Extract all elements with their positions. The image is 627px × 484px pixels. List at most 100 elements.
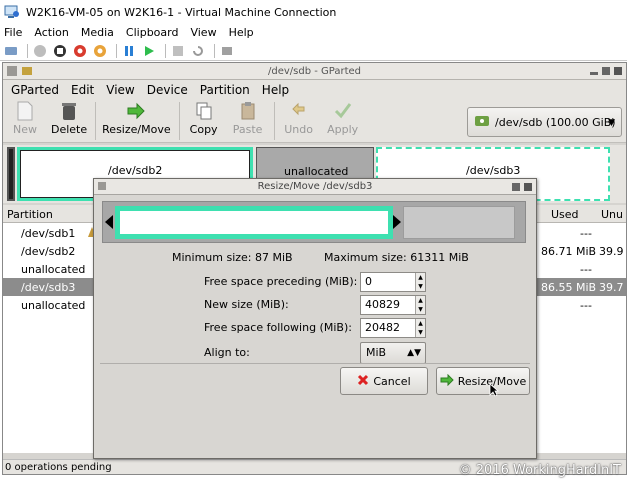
column-unused[interactable]: Unu	[601, 208, 623, 221]
free-space-block	[403, 206, 515, 239]
dialog-title-bar: Resize/Move /dev/sdb3	[94, 179, 536, 195]
column-used[interactable]: Used	[551, 208, 579, 221]
gparted-menu-bar: GParted Edit View Device Partition Help	[3, 80, 626, 99]
copy-label: Copy	[189, 123, 218, 136]
revert-icon[interactable]	[190, 43, 206, 59]
free-preceding-label: Free space preceding (MiB):	[204, 275, 358, 288]
vm-menu-clipboard[interactable]: Clipboard	[126, 26, 179, 39]
partition-used: ---	[580, 263, 592, 276]
align-to-select[interactable]: MiB ▲▼	[360, 342, 426, 364]
toolbar-separator	[116, 43, 117, 58]
partition-name: /dev/sdb3	[21, 281, 76, 294]
gparted-toolbar: New Delete Resize/Move Copy Paste Undo A…	[3, 99, 626, 143]
turn-off-icon[interactable]	[52, 43, 68, 59]
apply-button[interactable]: Apply	[325, 99, 361, 136]
undo-label: Undo	[284, 123, 313, 136]
maximum-size-label: Maximum size: 61311 MiB	[324, 251, 469, 264]
spin-arrows-icon[interactable]: ▲ ▼	[415, 273, 425, 291]
device-selector-label: /dev/sdb (100.00 GiB)	[495, 115, 616, 129]
vm-title-bar: W2K16-VM-05 on W2K16-1 - Virtual Machine…	[0, 0, 627, 24]
maximize-icon	[602, 67, 610, 75]
copyright-watermark: © 2016 WorkingHardInIT	[458, 463, 621, 478]
partition-name: unallocated	[21, 263, 86, 276]
new-document-icon	[15, 101, 35, 121]
dialog-controls-right	[511, 182, 533, 192]
free-following-input[interactable]: 20482 ▲ ▼	[360, 318, 426, 338]
ctrl-alt-del-icon[interactable]	[3, 43, 19, 59]
right-resize-handle[interactable]	[393, 215, 401, 229]
free-preceding-input[interactable]: 0 ▲ ▼	[360, 272, 426, 292]
resize-arrow-icon	[440, 373, 454, 389]
align-to-label: Align to:	[204, 346, 250, 359]
vm-guest-screen[interactable]: /dev/sdb - GParted GParted Edit View Dev…	[2, 62, 627, 475]
toolbar-separator	[273, 102, 275, 140]
device-selector[interactable]: /dev/sdb (100.00 GiB) ▼	[467, 107, 622, 137]
paste-clipboard-icon	[238, 101, 258, 121]
dialog-title: Resize/Move /dev/sdb3	[257, 181, 373, 192]
enhanced-session-icon[interactable]	[219, 43, 235, 59]
undo-arrow-icon	[289, 101, 309, 121]
checkpoint-icon[interactable]	[170, 43, 186, 59]
vm-window-title: W2K16-VM-05 on W2K16-1 - Virtual Machine…	[26, 5, 337, 19]
menu-help[interactable]: Help	[262, 83, 289, 97]
left-resize-handle[interactable]	[105, 215, 113, 229]
partition-unused: 39.7	[599, 281, 624, 294]
new-size-input[interactable]: 40829 ▲ ▼	[360, 295, 426, 315]
menu-gparted[interactable]: GParted	[11, 83, 59, 97]
vm-menu-action[interactable]: Action	[34, 26, 68, 39]
copy-icon	[194, 101, 214, 121]
chevron-updown-icon: ▲▼	[407, 348, 421, 358]
apply-label: Apply	[327, 123, 359, 136]
new-button[interactable]: New	[7, 99, 43, 136]
mouse-cursor-icon	[489, 383, 500, 400]
undo-button[interactable]: Undo	[281, 99, 317, 136]
resize-move-label: Resize/Move	[102, 123, 171, 136]
vm-menu-file[interactable]: File	[4, 26, 22, 39]
trash-icon	[59, 101, 79, 121]
window-controls-left	[6, 65, 33, 77]
align-to-value: MiB	[366, 346, 387, 359]
partition-used: 86.55 MiB	[541, 281, 597, 294]
menu-edit[interactable]: Edit	[71, 83, 94, 97]
resize-move-button[interactable]: Resize/Move	[102, 99, 171, 136]
vm-menu-media[interactable]: Media	[81, 26, 114, 39]
menu-device[interactable]: Device	[147, 83, 188, 97]
menu-partition[interactable]: Partition	[200, 83, 250, 97]
reset-icon[interactable]	[141, 43, 157, 59]
resize-move-dialog: Resize/Move /dev/sdb3 Minimum size: 87 M…	[93, 178, 537, 459]
partition-used: 86.71 MiB	[541, 245, 597, 258]
partition-used: ---	[580, 299, 592, 312]
close-icon	[524, 183, 532, 191]
resize-graph[interactable]	[102, 201, 526, 243]
vm-menu-help[interactable]: Help	[229, 26, 254, 39]
cancel-label: Cancel	[373, 374, 411, 388]
toolbar-separator	[165, 43, 166, 58]
dialog-controls-left	[97, 181, 107, 191]
shutdown-icon[interactable]	[72, 43, 88, 59]
cancel-button[interactable]: Cancel	[340, 367, 428, 395]
column-partition[interactable]: Partition	[7, 208, 53, 221]
start-icon[interactable]	[32, 43, 48, 59]
new-size-label: New size (MiB):	[204, 298, 289, 311]
resize-move-confirm-button[interactable]: Resize/Move	[436, 367, 530, 395]
spin-arrows-icon[interactable]: ▲ ▼	[415, 296, 425, 314]
toolbar-separator	[27, 43, 28, 58]
pause-icon[interactable]	[121, 43, 137, 59]
paste-button[interactable]: Paste	[230, 99, 266, 136]
copy-button[interactable]: Copy	[186, 99, 222, 136]
partition-size-block[interactable]	[115, 206, 393, 239]
resize-arrow-icon	[126, 101, 146, 121]
free-following-label: Free space following (MiB):	[204, 321, 352, 334]
save-state-icon[interactable]	[92, 43, 108, 59]
free-preceding-value: 0	[365, 275, 372, 288]
vm-menu-view[interactable]: View	[190, 26, 216, 39]
minimum-size-label: Minimum size: 87 MiB	[172, 251, 293, 264]
disk-graph-sdb1[interactable]	[7, 147, 15, 201]
spin-arrows-icon[interactable]: ▲ ▼	[415, 319, 425, 337]
free-following-value: 20482	[365, 321, 400, 334]
partition-name: unallocated	[21, 299, 86, 312]
gparted-title-bar: /dev/sdb - GParted	[3, 63, 626, 80]
delete-button[interactable]: Delete	[51, 99, 87, 136]
menu-view[interactable]: View	[106, 83, 134, 97]
partition-unused: 39.9	[599, 245, 624, 258]
